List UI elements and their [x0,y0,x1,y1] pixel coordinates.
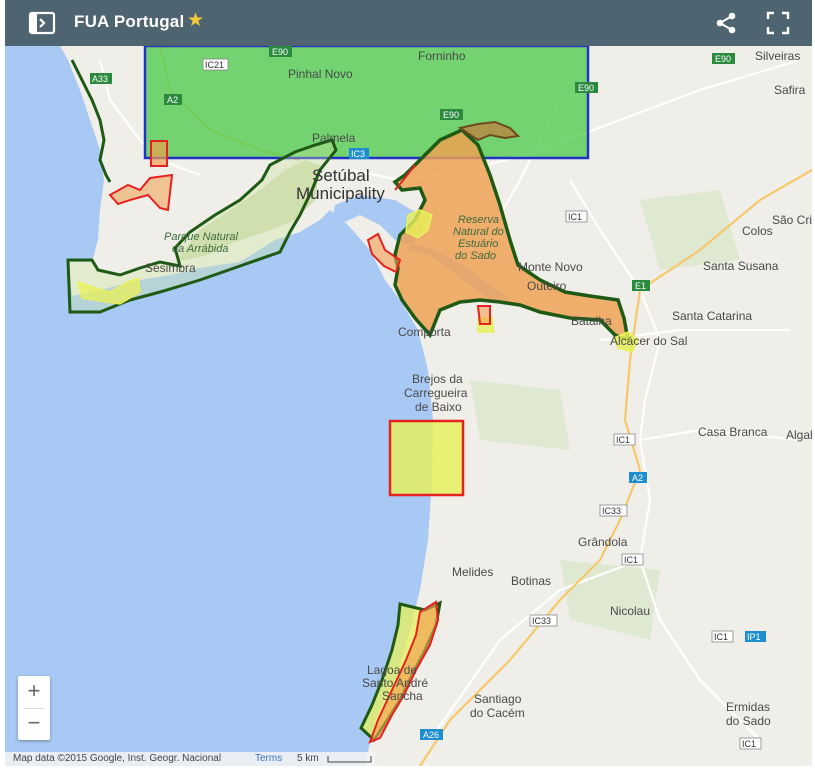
place-safira: Safira [774,83,806,97]
scale-label: 5 km [297,753,319,764]
header-bar: FUA Portugal ★ [5,0,812,46]
label-reserva-3: Estuário [458,238,498,250]
zoom-out-button[interactable]: − [18,708,50,740]
map-title: FUA Portugal [74,12,185,31]
place-setubal: Setúbal [312,166,370,185]
place-silveiras: Silveiras [755,49,800,63]
place-batalha: Batalha [571,314,612,328]
place-brejos-1: Brejos da [412,372,463,386]
label-park-2: da Arrábida [172,243,228,255]
shield-a33: A33 [92,74,108,84]
place-comporta: Comporta [398,325,451,339]
shield-a26: A26 [423,730,439,740]
share-icon[interactable] [713,10,739,36]
place-casa-branca: Casa Branca [698,425,768,439]
shield-e1: E1 [635,281,646,291]
zoom-control: + − [18,676,50,740]
shield-ic33-a: IC33 [602,506,621,516]
place-grandola: Grândola [578,535,628,549]
shield-e90-a: E90 [272,47,288,57]
star-icon[interactable]: ★ [187,9,204,32]
place-sesimbra: Sesimbra [145,261,196,275]
scale-bar [327,756,372,763]
place-colos: Colos [742,224,773,238]
vegetation-patch [470,380,570,450]
shield-ic1-e: IC1 [742,739,756,749]
map-canvas[interactable]: Pinhal Novo Forninho Silveiras Safira Pa… [5,46,812,766]
shield-e90-b: E90 [443,110,459,120]
place-ermidas-1: Ermidas [726,700,770,714]
attribution-text: Map data ©2015 Google, Inst. Geogr. Naci… [13,753,222,764]
place-botinas: Botinas [511,574,551,588]
map-frame: FUA Portugal ★ Pinhal Novo Forninho Silv… [0,0,815,768]
label-reserva-4: do Sado [455,250,496,262]
shield-ic1-c: IC1 [624,555,638,565]
shield-ic1-b: IC1 [616,435,630,445]
place-santa-catarina: Santa Catarina [672,309,752,323]
map-svg: Pinhal Novo Forninho Silveiras Safira Pa… [5,46,812,766]
shield-ic1-d: IC1 [714,632,728,642]
place-santiago-1: Santiago [474,692,522,706]
fullscreen-icon[interactable] [765,10,791,36]
library-toggle-icon[interactable] [27,10,57,36]
zoom-divider [24,708,44,709]
place-palmela: Palmela [312,131,356,145]
place-forninho: Forninho [418,49,466,63]
shield-a2-b: A2 [632,473,643,483]
place-sao-cri: São Cri [772,213,812,227]
label-park-1: Parque Natural [164,231,239,243]
map-attribution: Map data ©2015 Google, Inst. Geogr. Naci… [5,752,375,766]
shield-ic21: IC21 [205,60,224,70]
shield-ip1: IP1 [747,632,761,642]
zoom-in-button[interactable]: + [18,676,50,708]
region-estuary-red-2[interactable] [476,305,491,325]
shield-ic33-b: IC33 [532,616,551,626]
place-melides: Melides [452,565,493,579]
region-red-small[interactable] [150,140,168,167]
place-setubal-municipality: Municipality [296,184,385,203]
place-santa-susana: Santa Susana [703,259,779,273]
place-pinhal-novo: Pinhal Novo [288,67,353,81]
place-lagoa-3: Sancha [382,689,423,703]
region-brejos-square[interactable] [388,419,465,497]
place-alcacer: Alcácer do Sal [610,334,687,348]
place-santiago-2: do Cacém [470,706,525,720]
place-nicolau: Nicolau [610,604,650,618]
place-brejos-2: Carregueira [404,386,468,400]
label-reserva-2: Natural do [453,226,504,238]
terms-link[interactable]: Terms [255,752,282,766]
shield-ic3: IC3 [351,149,365,159]
place-ermidas-2: do Sado [726,714,771,728]
place-monte-novo: Monte Novo [518,260,583,274]
place-algal: Algal [786,428,812,442]
label-reserva-1: Reserva [458,214,499,226]
shield-e90-c: E90 [578,83,594,93]
place-brejos-3: de Baixo [415,400,462,414]
place-lagoa-1: Lagoa de [367,663,417,677]
shield-a2-a: A2 [167,95,178,105]
shield-ic1-a: IC1 [568,212,582,222]
shield-e90-d: E90 [715,54,731,64]
place-lagoa-2: Santo André [362,676,428,690]
place-outeiro: Outeiro [527,279,567,293]
